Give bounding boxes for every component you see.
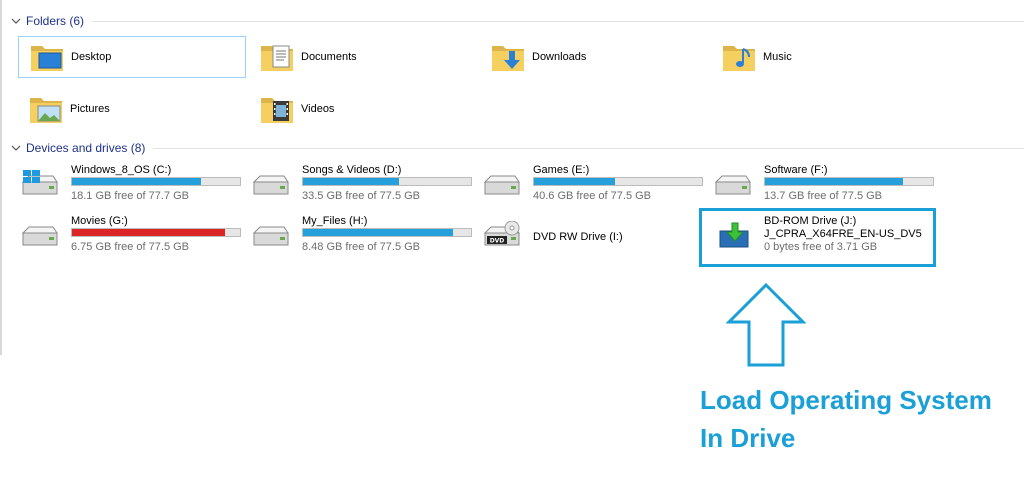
up-arrow-icon: [726, 282, 806, 367]
downloads-folder-icon: [490, 39, 526, 75]
bd-rom-highlight-box: [699, 208, 936, 267]
drive-usage-bar: [71, 177, 241, 186]
drive-f[interactable]: Software (F:) 13.7 GB free of 77.5 GB: [712, 164, 940, 204]
drive-free-space: 33.5 GB free of 77.5 GB: [302, 190, 421, 202]
folder-documents[interactable]: Documents: [249, 36, 477, 78]
folder-name: Documents: [301, 51, 357, 63]
drive-free-space: 13.7 GB free of 77.5 GB: [764, 190, 883, 202]
drive-name: Windows_8_OS (C:): [71, 164, 172, 176]
drive-usage-bar: [764, 177, 934, 186]
drive-c[interactable]: Windows_8_OS (C:) 18.1 GB free of 77.7 G…: [19, 164, 247, 204]
folder-music[interactable]: Music: [711, 36, 939, 78]
folders-header-label: Folders (6): [26, 14, 85, 28]
music-folder-icon: [721, 39, 757, 75]
drive-free-space: 8.48 GB free of 77.5 GB: [302, 241, 421, 253]
drive-e[interactable]: Games (E:) 40.6 GB free of 77.5 GB: [481, 164, 709, 204]
folder-name: Music: [763, 51, 792, 63]
drive-usage-fill: [303, 178, 399, 185]
pictures-folder-icon: [28, 91, 64, 127]
drive-usage-bar: [302, 177, 472, 186]
folder-name: Videos: [301, 103, 335, 115]
drive-free-space: 40.6 GB free of 77.5 GB: [533, 190, 652, 202]
drive-usage-bar: [302, 228, 472, 237]
folder-name: Downloads: [532, 51, 587, 63]
drive-usage-bar: [71, 228, 241, 237]
drive-usage-fill: [765, 178, 903, 185]
drive-free-space: 6.75 GB free of 77.5 GB: [71, 241, 190, 253]
drives-group-header[interactable]: Devices and drives (8): [10, 140, 1024, 156]
drive-i[interactable]: DVD DVD RW Drive (I:): [481, 215, 709, 255]
drive-d[interactable]: Songs & Videos (D:) 33.5 GB free of 77.5…: [250, 164, 478, 204]
hard-drive-icon: [250, 221, 290, 251]
drive-usage-fill: [534, 178, 615, 185]
hard-drive-icon: [481, 170, 521, 200]
dvd-drive-icon: DVD: [481, 221, 521, 251]
hard-drive-icon: [19, 221, 59, 251]
folder-name: Desktop: [71, 51, 112, 63]
annotation-line-2: In Drive: [700, 423, 796, 453]
documents-folder-icon: [259, 45, 295, 75]
drive-name: Songs & Videos (D:): [302, 164, 402, 176]
folder-videos[interactable]: Videos: [249, 88, 477, 130]
hard-drive-icon: [712, 170, 752, 200]
videos-folder-icon: [259, 91, 295, 127]
drive-usage-fill: [72, 178, 202, 185]
chevron-down-icon[interactable]: [10, 15, 22, 27]
annotation-callout: Load Operating System In Drive: [700, 381, 1020, 457]
drive-usage-fill: [72, 229, 225, 236]
folder-pictures[interactable]: Pictures: [18, 88, 246, 130]
folders-group-header[interactable]: Folders (6): [10, 13, 1024, 29]
drive-name: My_Files (H:): [302, 215, 368, 227]
drive-g[interactable]: Movies (G:) 6.75 GB free of 77.5 GB: [19, 215, 247, 255]
drives-header-rule: [153, 147, 1024, 149]
folder-name: Pictures: [70, 103, 110, 115]
svg-text:DVD: DVD: [490, 238, 505, 245]
annotation-line-1: Load Operating System: [700, 385, 992, 415]
hard-drive-icon: [250, 170, 290, 200]
folder-desktop[interactable]: Desktop: [18, 36, 246, 78]
left-pane-divider[interactable]: [0, 0, 2, 355]
desktop-folder-icon: [29, 39, 65, 75]
drives-header-label: Devices and drives (8): [26, 141, 146, 155]
drive-h[interactable]: My_Files (H:) 8.48 GB free of 77.5 GB: [250, 215, 478, 255]
drive-usage-bar: [533, 177, 703, 186]
drive-name: Games (E:): [533, 164, 590, 176]
drive-free-space: 18.1 GB free of 77.7 GB: [71, 190, 190, 202]
drive-usage-fill: [303, 229, 453, 236]
drive-name: DVD RW Drive (I:): [533, 231, 623, 243]
folder-downloads[interactable]: Downloads: [480, 36, 708, 78]
drive-name: Software (F:): [764, 164, 828, 176]
windows-drive-icon: [19, 170, 59, 200]
folders-header-rule: [92, 20, 1024, 22]
drive-name: Movies (G:): [71, 215, 128, 227]
chevron-down-icon[interactable]: [10, 142, 22, 154]
